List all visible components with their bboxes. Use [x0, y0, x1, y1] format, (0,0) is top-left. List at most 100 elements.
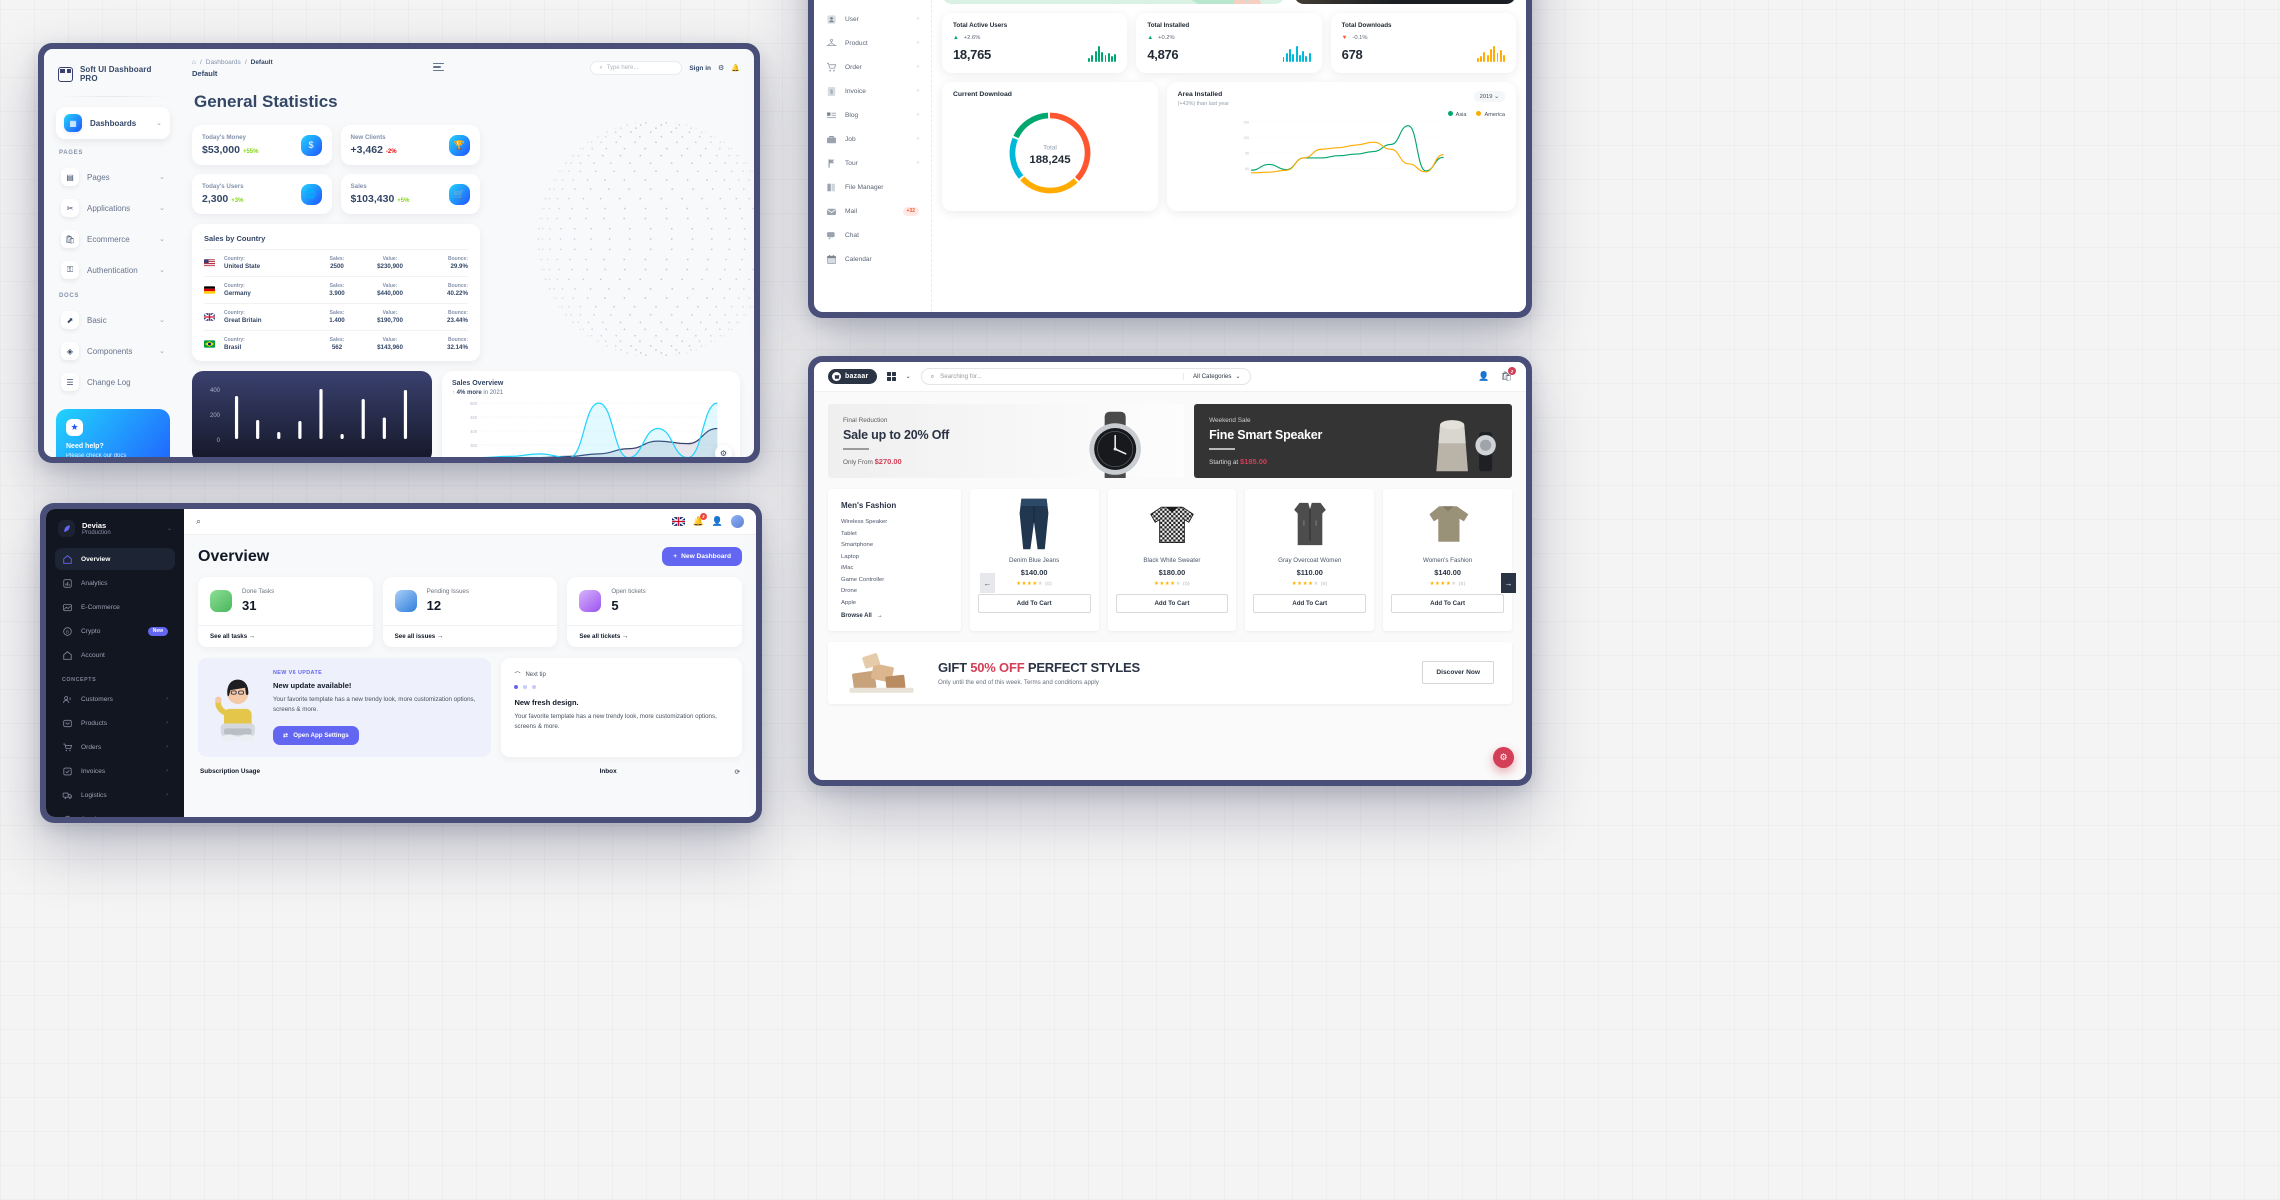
category-link[interactable]: Wireless Speaker	[841, 519, 948, 525]
category-link[interactable]: iMac	[841, 565, 948, 571]
see-all-tickets-link[interactable]: See all tickets →	[567, 625, 742, 647]
all-categories-select[interactable]: All Categories ⌄	[1182, 373, 1250, 380]
sidebar-item-components[interactable]: ◈ Components ⌄	[56, 337, 170, 365]
table-row[interactable]: Country: Brasil Sales: 562 Value: $143,960 …	[204, 330, 468, 357]
sidebar-item-chat[interactable]: Chat	[814, 223, 931, 247]
sidebar-item-logistics[interactable]: Logistics ›	[55, 784, 175, 806]
see-all-issues-link[interactable]: See all issues →	[382, 625, 558, 647]
search-input[interactable]: ⌕ Type here...	[590, 61, 683, 75]
sidebar-item-job[interactable]: Job ›	[814, 127, 931, 151]
gear-icon[interactable]: ⚙	[715, 445, 732, 457]
window-minimal-dashboard[interactable]: Banking Booking File MANAGEMENT User › P…	[808, 0, 1532, 318]
carousel-prev-button[interactable]: ←	[980, 573, 995, 593]
bell-icon[interactable]: 🔔 3	[693, 513, 707, 527]
contacts-icon[interactable]: 👤	[712, 516, 723, 527]
add-to-cart-button[interactable]: Add To Cart	[1253, 594, 1367, 613]
carousel-dots[interactable]	[514, 685, 729, 689]
product-card-womens-fashion[interactable]: Women's Fashion $140.00 ★★★★★ (0) Add To …	[1383, 489, 1516, 631]
metric-card-open-tickets[interactable]: Open tickets 5 See all tickets →	[567, 577, 742, 647]
open-app-settings-button[interactable]: ⇄ Open App Settings	[273, 726, 359, 746]
search-input[interactable]: ⌕ Searching for...	[922, 373, 1183, 381]
sidebar-item-file-manager[interactable]: File Manager	[814, 175, 931, 199]
browse-all-link[interactable]: Browse All →	[841, 613, 948, 619]
product-card-denim-blue-jeans[interactable]: Denim Blue Jeans $140.00 ★★★★★ (0) Add To…	[969, 489, 1099, 631]
sidebar-item-authentication[interactable]: ⚿ Authentication ⌄	[56, 256, 170, 284]
avatar[interactable]	[731, 515, 744, 528]
devias-brand[interactable]: Devias Production ⌄	[55, 518, 175, 548]
add-to-cart-button[interactable]: Add To Cart	[1391, 594, 1504, 613]
sidebar-item-dashboards[interactable]: ▦ Dashboards ⌄	[56, 107, 170, 139]
flag-en-icon[interactable]	[671, 517, 685, 526]
window-devias-dashboard[interactable]: Devias Production ⌄ Overview Analytics E…	[40, 503, 762, 823]
user-icon[interactable]: 👤	[1478, 371, 1489, 382]
window-bazaar-storefront[interactable]: bazaar ⌄ ⌕ Searching for... All Categori…	[808, 356, 1532, 786]
cart-icon[interactable]: 🛍 2	[1501, 367, 1516, 382]
stat-card-total-downloads[interactable]: Total Downloads ▼ -0.1% 678	[1330, 13, 1516, 73]
year-select[interactable]: 2019 ⌄	[1473, 91, 1505, 102]
bazaar-logo[interactable]: bazaar	[828, 369, 878, 384]
sidebar-item-mail[interactable]: Mail +32	[814, 199, 931, 223]
sidebar-item-account[interactable]: Account	[55, 644, 175, 666]
search-icon[interactable]: ⌕	[196, 516, 201, 527]
sidebar-item-basic[interactable]: ⬈ Basic ⌄	[56, 306, 170, 334]
sidebar-item-customers[interactable]: Customers ›	[55, 688, 175, 710]
table-row[interactable]: Country: United State Sales: 2500 Value: $2…	[204, 249, 468, 276]
sidebar-item-change-log[interactable]: ☰ Change Log	[56, 368, 170, 396]
chevron-down-icon[interactable]: ⌄	[906, 373, 911, 380]
table-row[interactable]: Country: Great Britain Sales: 1.400 Value:…	[204, 303, 468, 330]
sidebar-item-ecommerce[interactable]: E-Commerce	[55, 596, 175, 618]
stat-card-todays-users[interactable]: Today's Users 2,300 +3% 🌐	[192, 174, 332, 214]
menu-toggle-button[interactable]	[432, 63, 444, 71]
banner-weekend-sale[interactable]: Weekend Sale Fine Smart Speaker Starting…	[1194, 404, 1512, 478]
stat-card-new-clients[interactable]: New Clients +3,462 -2% 🏆	[340, 125, 480, 165]
sidebar-item-invoice[interactable]: $ Invoice ›	[814, 79, 931, 103]
chevron-down-icon[interactable]: ⌄	[167, 525, 172, 532]
sidebar-item-tour[interactable]: Tour ›	[814, 151, 931, 175]
category-link[interactable]: Game Controller	[841, 577, 948, 583]
sidebar-item-analytics[interactable]: Analytics	[55, 572, 175, 594]
sidebar-item-ecommerce[interactable]: 🛍 Ecommerce ⌄	[56, 225, 170, 253]
softui-brand[interactable]: Soft UI Dashboard PRO	[56, 63, 170, 94]
category-link[interactable]: Smartphone	[841, 542, 948, 548]
category-link[interactable]: Apple	[841, 600, 948, 606]
breadcrumb-parent[interactable]: Dashboards	[206, 59, 241, 66]
sidebar-item-order[interactable]: Order ›	[814, 55, 931, 79]
sidebar-item-user[interactable]: User ›	[814, 7, 931, 31]
table-row[interactable]: Country: Germany Sales: 3.900 Value: $440,0…	[204, 276, 468, 303]
add-to-cart-button[interactable]: Add To Cart	[1115, 594, 1229, 613]
sidebar-item-invoices[interactable]: Invoices ›	[55, 760, 175, 782]
sidebar-item-calendar[interactable]: Calendar	[814, 247, 931, 271]
stat-card-total-installed[interactable]: Total Installed ▲ +0.2% 4,876	[1136, 13, 1322, 73]
sidebar-item-products[interactable]: Products ›	[55, 712, 175, 734]
sidebar-item-crypto[interactable]: B Crypto New	[55, 620, 175, 642]
sign-in-link[interactable]: Sign in	[689, 65, 711, 72]
discover-now-button[interactable]: Discover Now	[1422, 661, 1494, 684]
sidebar-item-academy[interactable]: Academy ›	[55, 808, 175, 817]
refresh-icon[interactable]: ⟳	[735, 768, 740, 776]
window-soft-ui-dashboard[interactable]: Soft UI Dashboard PRO ▦ Dashboards ⌄ PAG…	[38, 43, 760, 463]
sidebar-item-orders[interactable]: Orders ›	[55, 736, 175, 758]
category-link[interactable]: Tablet	[841, 531, 948, 537]
product-card-gray-overcoat-women[interactable]: Gray Overcoat Women $110.00 ★★★★★ (0) Add…	[1245, 489, 1375, 631]
settings-fab-button[interactable]: ⚙	[1493, 747, 1514, 768]
sidebar-item-blog[interactable]: Blog ›	[814, 103, 931, 127]
sidebar-item-applications[interactable]: ✂ Applications ⌄	[56, 194, 170, 222]
bell-icon[interactable]: 🔔	[731, 64, 740, 72]
add-to-cart-button[interactable]: Add To Cart	[977, 594, 1091, 613]
metric-card-done-tasks[interactable]: Done Tasks 31 See all tasks →	[198, 577, 373, 647]
stat-card-total-active-users[interactable]: Total Active Users ▲ +2.6% 18,765	[942, 13, 1128, 73]
sidebar-item-product[interactable]: Product ›	[814, 31, 931, 55]
see-all-tasks-link[interactable]: See all tasks →	[198, 625, 373, 647]
category-link[interactable]: Drone	[841, 588, 948, 594]
category-link[interactable]: Laptop	[841, 554, 948, 560]
search-bar[interactable]: ⌕ Searching for... All Categories ⌄	[920, 368, 1251, 385]
carousel-next-button[interactable]: →	[1501, 573, 1516, 593]
gear-icon[interactable]: ⚙	[718, 64, 724, 72]
breadcrumb[interactable]: ⌂ / Dashboards / Default	[192, 59, 273, 66]
hero-banner-featured[interactable]: FEATURED APP 10 Essential Tips for Healt…	[1294, 0, 1516, 4]
product-card-black-white-sweater[interactable]: Black White Sweater $180.00 ★★★★★ (0) Add…	[1107, 489, 1237, 631]
sidebar-item-pages[interactable]: ▤ Pages ⌄	[56, 163, 170, 191]
new-dashboard-button[interactable]: + New Dashboard	[662, 547, 742, 566]
banner-final-reduction[interactable]: Final Reduction Sale up to 20% Off Only …	[828, 404, 1185, 478]
grid-icon[interactable]	[887, 372, 896, 381]
